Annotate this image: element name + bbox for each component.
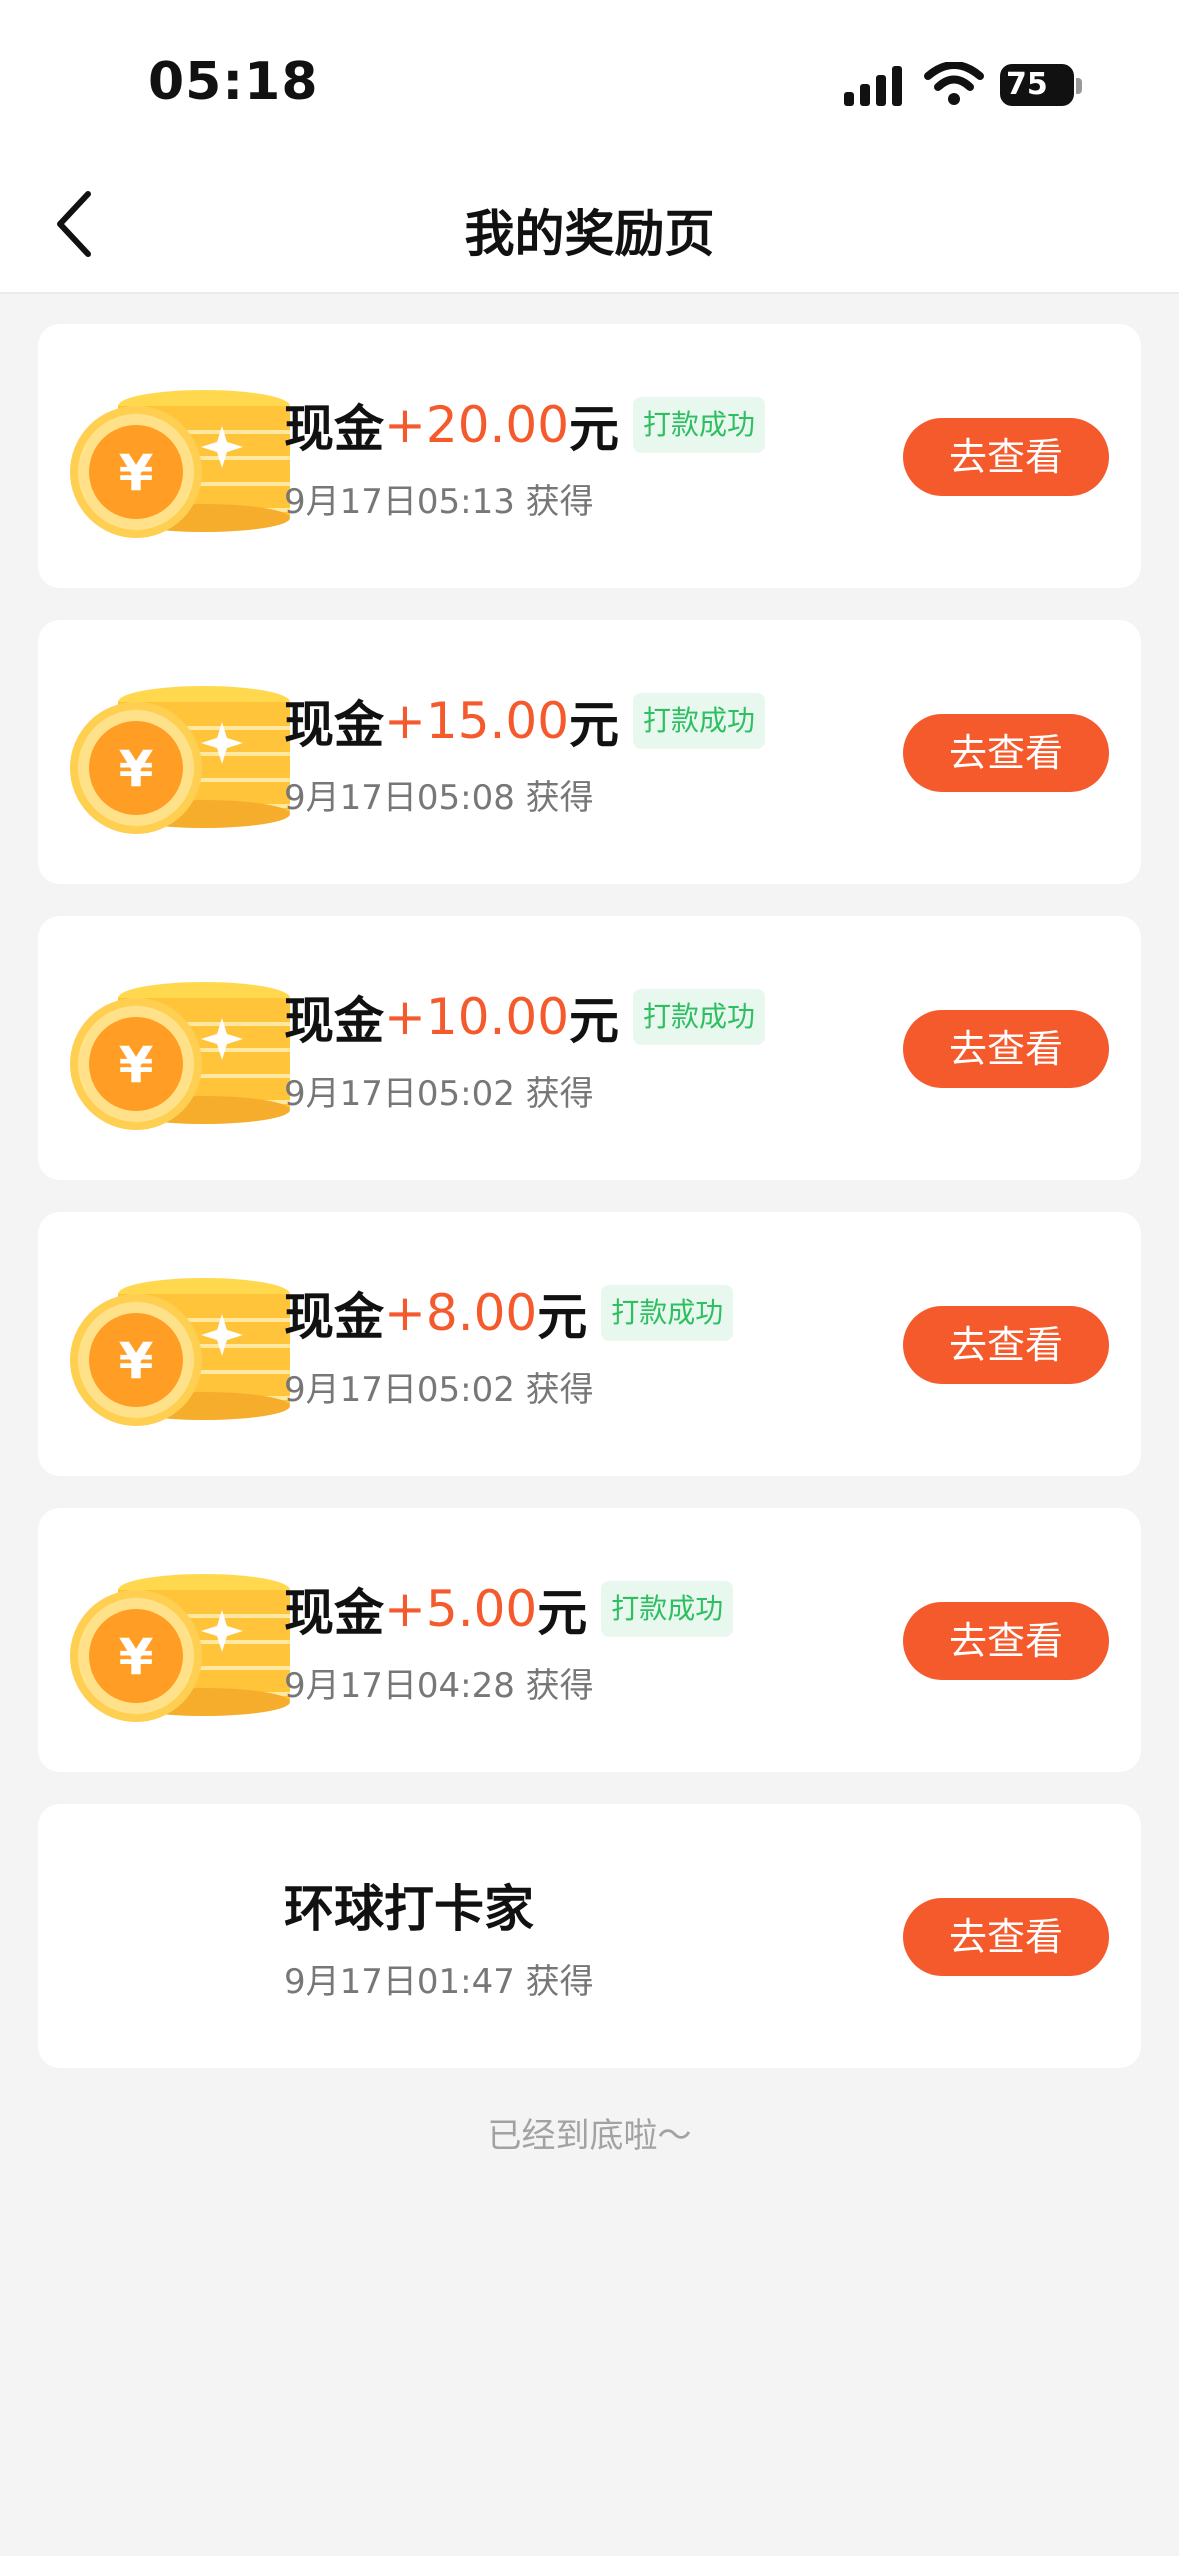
reward-time: 9月17日05:13 获得 <box>284 482 594 522</box>
reward-title: 现金 +5.00 元 打款成功 <box>284 1574 734 1644</box>
battery-cap <box>1076 78 1082 94</box>
reward-amount: +10.00 <box>384 988 570 1046</box>
svg-text:¥: ¥ <box>119 1628 154 1686</box>
battery-icon: 75 <box>1000 64 1074 106</box>
reward-title: 现金 +20.00 元 打款成功 <box>284 390 766 460</box>
reward-card: ¥ 现金 +15.00 元 打款成功 9月17日05:08 获得 去查看 <box>38 620 1141 884</box>
reward-prefix: 现金 <box>284 696 384 754</box>
page-title: 我的奖励页 <box>464 205 715 263</box>
gold-coin-icon: ¥ <box>70 1278 290 1426</box>
reward-title: 环球打卡家 <box>284 1870 534 1940</box>
navigation-bar: 我的奖励页 <box>0 150 1179 294</box>
view-reward-button[interactable]: 去查看 <box>903 418 1109 496</box>
payment-status-badge: 打款成功 <box>601 1581 734 1637</box>
reward-title: 现金 +10.00 元 打款成功 <box>284 982 766 1052</box>
gold-coin-icon: ¥ <box>70 686 290 834</box>
svg-text:¥: ¥ <box>119 1332 154 1390</box>
reward-amount: +20.00 <box>384 396 570 454</box>
reward-unit: 元 <box>537 1288 588 1346</box>
view-reward-button[interactable]: 去查看 <box>903 1306 1109 1384</box>
reward-prefix: 现金 <box>284 992 384 1050</box>
reward-time: 9月17日05:02 获得 <box>284 1074 594 1114</box>
gold-coin-icon: ¥ <box>70 982 290 1130</box>
wifi-icon <box>924 62 984 105</box>
reward-prefix: 现金 <box>284 400 384 458</box>
payment-status-badge: 打款成功 <box>633 693 766 749</box>
view-reward-button[interactable]: 去查看 <box>903 1010 1109 1088</box>
end-of-list-text: 已经到底啦～ <box>487 2116 692 2156</box>
reward-list: ¥ 现金 +20.00 元 打款成功 9月17日05:13 获得 去查看 ¥ 现… <box>38 324 1141 2100</box>
reward-amount: +15.00 <box>384 692 570 750</box>
payment-status-badge: 打款成功 <box>601 1285 734 1341</box>
svg-text:¥: ¥ <box>119 444 154 502</box>
svg-text:¥: ¥ <box>119 1036 154 1094</box>
gold-coin-icon: ¥ <box>70 1574 290 1722</box>
reward-unit: 元 <box>537 1584 588 1642</box>
payment-status-badge: 打款成功 <box>633 397 766 453</box>
signal-icon <box>844 66 902 106</box>
reward-unit: 元 <box>569 992 620 1050</box>
reward-card: ¥ 现金 +20.00 元 打款成功 9月17日05:13 获得 去查看 <box>38 324 1141 588</box>
view-reward-button[interactable]: 去查看 <box>903 1898 1109 1976</box>
payment-status-badge: 打款成功 <box>633 989 766 1045</box>
reward-amount: +5.00 <box>384 1580 538 1638</box>
svg-text:¥: ¥ <box>119 740 154 798</box>
reward-unit: 元 <box>569 400 620 458</box>
reward-card: ¥ 现金 +8.00 元 打款成功 9月17日05:02 获得 去查看 <box>38 1212 1141 1476</box>
reward-time: 9月17日01:47 获得 <box>284 1962 594 2002</box>
reward-unit: 元 <box>569 696 620 754</box>
reward-time: 9月17日04:28 获得 <box>284 1666 594 1706</box>
reward-card: 环球打卡家 9月17日01:47 获得 去查看 <box>38 1804 1141 2068</box>
reward-time: 9月17日05:02 获得 <box>284 1370 594 1410</box>
status-time: 05:18 <box>148 52 319 112</box>
reward-name: 环球打卡家 <box>284 1880 534 1938</box>
reward-card: ¥ 现金 +5.00 元 打款成功 9月17日04:28 获得 去查看 <box>38 1508 1141 1772</box>
reward-card: ¥ 现金 +10.00 元 打款成功 9月17日05:02 获得 去查看 <box>38 916 1141 1180</box>
reward-title: 现金 +15.00 元 打款成功 <box>284 686 766 756</box>
view-reward-button[interactable]: 去查看 <box>903 714 1109 792</box>
gold-coin-icon: ¥ <box>70 390 290 538</box>
reward-title: 现金 +8.00 元 打款成功 <box>284 1278 734 1348</box>
status-bar: 05:18 75 <box>0 0 1179 150</box>
reward-prefix: 现金 <box>284 1288 384 1346</box>
reward-prefix: 现金 <box>284 1584 384 1642</box>
reward-amount: +8.00 <box>384 1284 538 1342</box>
view-reward-button[interactable]: 去查看 <box>903 1602 1109 1680</box>
reward-time: 9月17日05:08 获得 <box>284 778 594 818</box>
